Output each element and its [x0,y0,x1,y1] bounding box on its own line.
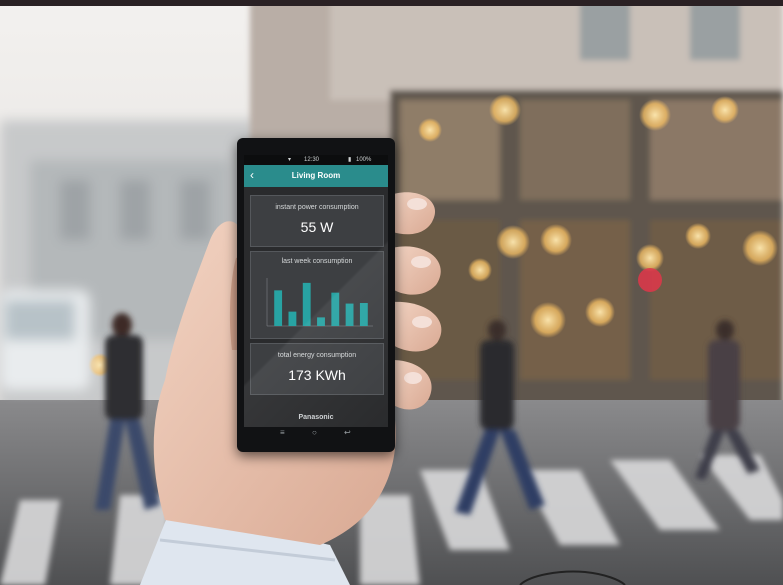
smartphone: ▾ 12:30 ▮ 100% ‹ Living Room instant pow… [237,138,395,452]
instant-power-card[interactable]: instant power consumption 55 W [250,195,384,247]
nav-bar: ≡ ○ ↩ [237,428,395,444]
status-bar: ▾ 12:30 ▮ 100% [244,155,388,165]
total-energy-label: total energy consumption [277,352,357,359]
chart-bar [317,317,325,326]
instant-power-label: instant power consumption [275,204,359,211]
signal-icon: ▮ [348,157,352,163]
weekly-consumption-chart [266,278,373,327]
total-energy-value: 173 KWh [288,367,346,383]
chart-bar [331,292,340,326]
chart-bar [302,282,311,326]
battery-level: 100% [356,157,372,163]
chart-bar [288,311,297,326]
weekly-consumption-label: last week consumption [281,258,353,265]
chart-bar [345,303,354,326]
menu-icon[interactable]: ≡ [280,428,285,437]
wifi-icon: ▾ [288,157,292,163]
weekly-consumption-card[interactable]: last week consumption [250,251,384,339]
app-bar: ‹ Living Room [244,165,388,187]
status-time: 12:30 [304,157,320,163]
phone-screen: ▾ 12:30 ▮ 100% ‹ Living Room instant pow… [244,155,388,427]
chart-bar [359,303,368,326]
brand-logo: Panasonic [298,414,334,421]
instant-power-value: 55 W [300,219,334,235]
street-scene: ▾ 12:30 ▮ 100% ‹ Living Room instant pow… [0,0,783,585]
page-title: Living Room [291,171,341,180]
back-icon[interactable]: ↩ [344,428,351,437]
home-icon[interactable]: ○ [312,428,317,437]
total-energy-card[interactable]: total energy consumption 173 KWh [250,343,384,395]
chart-bar [274,290,283,326]
